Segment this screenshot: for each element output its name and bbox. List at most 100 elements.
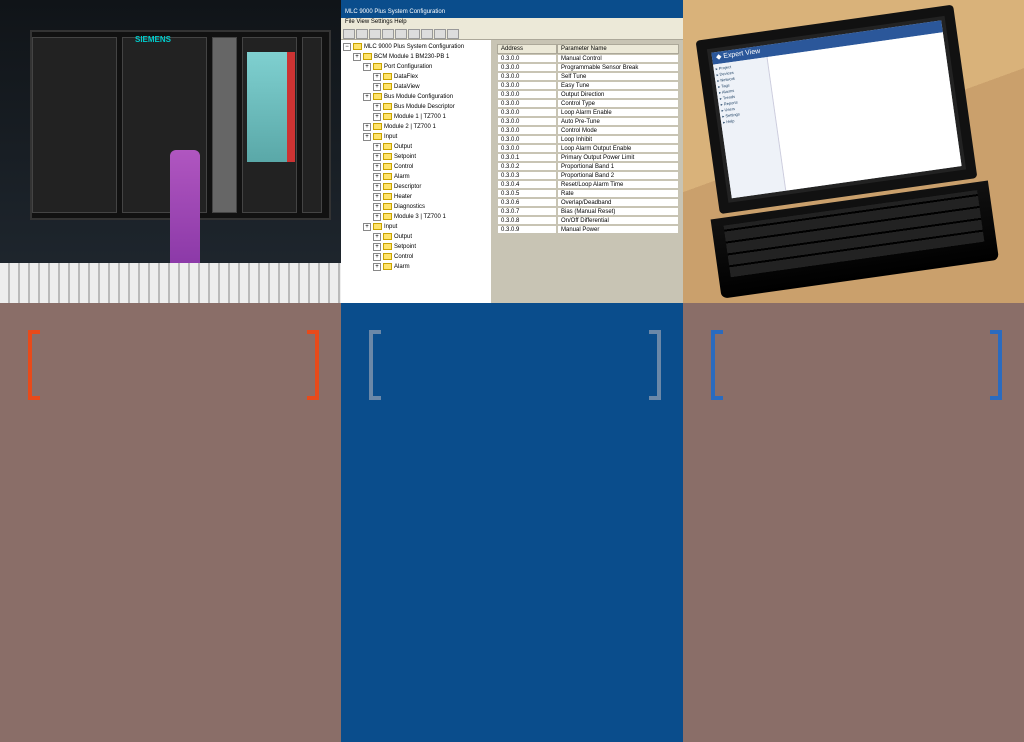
grid-row[interactable]: 0.3.0.0Loop Alarm Enable	[497, 108, 679, 117]
grid-row[interactable]: 0.3.0.9Manual Power	[497, 225, 679, 234]
tree-node[interactable]: +Diagnostics	[343, 202, 489, 212]
cfg-tree[interactable]: −MLC 9000 Plus System Configuration+BCM …	[341, 40, 491, 303]
toolbar-button[interactable]	[447, 29, 459, 39]
grid-row[interactable]: 0.3.0.0Self Tune	[497, 72, 679, 81]
cell-param: Rate	[557, 189, 679, 198]
tree-node[interactable]: +Module 2 | TZ700 1	[343, 122, 489, 132]
column-right: ◆ Expert View ▸ Project▸ Devices▸ Networ…	[683, 0, 1024, 742]
grid-row[interactable]: 0.3.0.0Programmable Sensor Break	[497, 63, 679, 72]
bracket-mid-open	[369, 330, 381, 400]
brochure-page: SIEMENS MLC 9000 Plus System Configurati…	[0, 0, 1024, 742]
toolbar-button[interactable]	[421, 29, 433, 39]
cell-address: 0.3.0.0	[497, 54, 557, 63]
bracket-left-open	[28, 330, 40, 400]
grid-row[interactable]: 0.3.0.0Control Mode	[497, 126, 679, 135]
toolbar-button[interactable]	[343, 29, 355, 39]
cfg-grid[interactable]: Address Parameter Name 0.3.0.0Manual Con…	[491, 40, 683, 303]
laptop-photo: ◆ Expert View ▸ Project▸ Devices▸ Networ…	[683, 0, 1024, 303]
caption-mid	[369, 330, 661, 400]
tree-node[interactable]: +Output	[343, 142, 489, 152]
cfg-window-title: MLC 9000 Plus System Configuration	[341, 8, 683, 18]
cell-param: Auto Pre-Tune	[557, 117, 679, 126]
grid-row[interactable]: 0.3.0.1Primary Output Power Limit	[497, 153, 679, 162]
column-mid: MLC 9000 Plus System Configuration File …	[341, 0, 683, 742]
caption-right-text	[729, 336, 984, 376]
tree-node[interactable]: +Input	[343, 222, 489, 232]
cell-param: Manual Control	[557, 54, 679, 63]
tree-node[interactable]: +BCM Module 1 BM230-PB 1	[343, 52, 489, 62]
cell-address: 0.3.0.1	[497, 153, 557, 162]
grid-row[interactable]: 0.3.0.0Easy Tune	[497, 81, 679, 90]
toolbar-button[interactable]	[408, 29, 420, 39]
tree-node[interactable]: +Heater	[343, 192, 489, 202]
grid-row[interactable]: 0.3.0.4Reset/Loop Alarm Time	[497, 180, 679, 189]
grid-row[interactable]: 0.3.0.6Overlap/Deadband	[497, 198, 679, 207]
toolbar-button[interactable]	[434, 29, 446, 39]
tree-node[interactable]: +Input	[343, 132, 489, 142]
grid-row[interactable]: 0.3.0.7Bias (Manual Reset)	[497, 207, 679, 216]
grid-row[interactable]: 0.3.0.0Output Direction	[497, 90, 679, 99]
tree-node[interactable]: +Descriptor	[343, 182, 489, 192]
laptop-main-pane[interactable]	[768, 32, 962, 190]
toolbar-button[interactable]	[382, 29, 394, 39]
tree-node[interactable]: +Control	[343, 162, 489, 172]
cell-param: Loop Inhibit	[557, 135, 679, 144]
tree-node[interactable]: +DataView	[343, 82, 489, 92]
tree-node[interactable]: +Bus Module Descriptor	[343, 102, 489, 112]
cell-address: 0.3.0.0	[497, 63, 557, 72]
grid-row[interactable]: 0.3.0.8On/Off Differential	[497, 216, 679, 225]
cell-param: Proportional Band 2	[557, 171, 679, 180]
tree-node[interactable]: +Setpoint	[343, 242, 489, 252]
cell-param: Loop Alarm Enable	[557, 108, 679, 117]
cell-address: 0.3.0.0	[497, 90, 557, 99]
grid-header-param[interactable]: Parameter Name	[557, 44, 679, 54]
cell-param: Easy Tune	[557, 81, 679, 90]
cell-param: Output Direction	[557, 90, 679, 99]
tree-node[interactable]: +Setpoint	[343, 152, 489, 162]
terminal-strip	[0, 263, 341, 303]
tree-node[interactable]: +Alarm	[343, 262, 489, 272]
cell-param: Control Type	[557, 99, 679, 108]
grid-row[interactable]: 0.3.0.0Manual Control	[497, 54, 679, 63]
tree-node[interactable]: +Bus Module Configuration	[343, 92, 489, 102]
tree-node[interactable]: +DataFlex	[343, 72, 489, 82]
cell-address: 0.3.0.6	[497, 198, 557, 207]
cell-address: 0.3.0.0	[497, 117, 557, 126]
tree-node[interactable]: +Module 3 | TZ700 1	[343, 212, 489, 222]
grid-row[interactable]: 0.3.0.0Loop Inhibit	[497, 135, 679, 144]
caption-mid-text	[387, 336, 643, 376]
cfg-menu-bar[interactable]: File View Settings Help	[341, 18, 683, 28]
tree-node[interactable]: +Module 1 | TZ700 1	[343, 112, 489, 122]
tree-node[interactable]: +Port Configuration	[343, 62, 489, 72]
toolbar-button[interactable]	[356, 29, 368, 39]
toolbar-button[interactable]	[369, 29, 381, 39]
grid-row[interactable]: 0.3.0.2Proportional Band 1	[497, 162, 679, 171]
cell-param: Self Tune	[557, 72, 679, 81]
grid-header-address[interactable]: Address	[497, 44, 557, 54]
plc-brand-label: SIEMENS	[135, 35, 171, 44]
cell-address: 0.3.0.0	[497, 126, 557, 135]
grid-row[interactable]: 0.3.0.5Rate	[497, 189, 679, 198]
tree-node[interactable]: +Output	[343, 232, 489, 242]
cell-param: Overlap/Deadband	[557, 198, 679, 207]
cfg-toolbar[interactable]	[341, 28, 683, 40]
plc-photo: SIEMENS	[0, 0, 341, 303]
cell-param: Control Mode	[557, 126, 679, 135]
cell-param: Bias (Manual Reset)	[557, 207, 679, 216]
tree-root[interactable]: −MLC 9000 Plus System Configuration	[343, 42, 489, 52]
cell-param: Primary Output Power Limit	[557, 153, 679, 162]
grid-row[interactable]: 0.3.0.0Auto Pre-Tune	[497, 117, 679, 126]
grid-row[interactable]: 0.3.0.0Control Type	[497, 99, 679, 108]
bracket-left-close	[307, 330, 319, 400]
cell-address: 0.3.0.7	[497, 207, 557, 216]
toolbar-button[interactable]	[395, 29, 407, 39]
tree-node[interactable]: +Control	[343, 252, 489, 262]
grid-row[interactable]: 0.3.0.0Loop Alarm Output Enable	[497, 144, 679, 153]
caption-right	[711, 330, 1002, 400]
cell-address: 0.3.0.9	[497, 225, 557, 234]
tree-node[interactable]: +Alarm	[343, 172, 489, 182]
grid-row[interactable]: 0.3.0.3Proportional Band 2	[497, 171, 679, 180]
cell-param: Reset/Loop Alarm Time	[557, 180, 679, 189]
cell-address: 0.3.0.3	[497, 171, 557, 180]
cell-address: 0.3.0.0	[497, 144, 557, 153]
